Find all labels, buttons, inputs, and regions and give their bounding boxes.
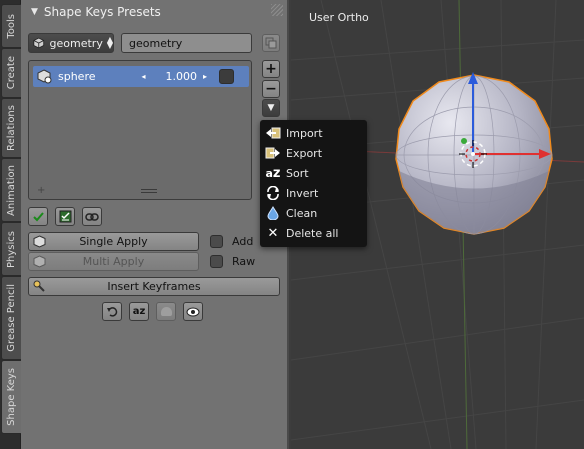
checkbox-toggle-button[interactable]: [55, 207, 75, 226]
plus-icon: +: [265, 61, 277, 77]
add-checkbox[interactable]: [210, 235, 223, 248]
shape-key-list[interactable]: sphere ◂ 1.000 ▸ +: [28, 60, 252, 200]
shape-key-name: sphere: [58, 70, 96, 83]
preset-select[interactable]: geometry ▲ ▼: [28, 33, 114, 53]
updown-arrows-icon: ▲ ▼: [106, 35, 113, 50]
menu-item-label: Export: [286, 146, 323, 160]
visibility-button[interactable]: [183, 302, 203, 321]
single-apply-button[interactable]: Single Apply: [28, 232, 199, 251]
drop-icon: [260, 206, 286, 220]
menu-item-label: Sort: [286, 166, 309, 180]
ghost-button[interactable]: [156, 302, 176, 321]
export-icon: [260, 146, 286, 160]
shape-key-icon: [37, 68, 52, 83]
multi-apply-label: Multi Apply: [82, 255, 145, 268]
sort-az-icon: az: [132, 306, 146, 317]
invert-icon: [260, 186, 286, 200]
tab-grease-pencil[interactable]: Grease Pencil: [1, 276, 22, 360]
mesh-data-icon: [33, 37, 45, 49]
eye-icon: [186, 307, 200, 316]
list-filter-icon[interactable]: +: [37, 185, 45, 196]
cube-icon: [33, 235, 46, 248]
raw-checkbox[interactable]: [210, 255, 223, 268]
add-label: Add: [232, 235, 254, 248]
menu-item-sort[interactable]: az Sort: [260, 163, 367, 183]
select-all-button[interactable]: [28, 207, 48, 226]
menu-item-label: Import: [286, 126, 323, 140]
remove-shape-key-button[interactable]: −: [262, 80, 280, 98]
menu-item-label: Clean: [286, 206, 318, 220]
menu-item-label: Invert: [286, 186, 319, 200]
link-chain-icon: [85, 212, 99, 221]
menu-item-invert[interactable]: Invert: [260, 183, 367, 203]
list-item[interactable]: sphere ◂ 1.000 ▸: [33, 66, 249, 87]
panel-title: Shape Keys Presets: [43, 5, 161, 19]
specials-menu-button[interactable]: ▼: [262, 99, 280, 117]
menu-item-delete-all[interactable]: ✕ Delete all: [260, 223, 367, 243]
copy-preset-button[interactable]: [262, 34, 280, 52]
add-shape-key-button[interactable]: +: [262, 60, 280, 78]
tab-physics[interactable]: Physics: [1, 222, 22, 276]
shape-key-value[interactable]: 1.000: [166, 70, 198, 83]
key-icon: [33, 280, 45, 292]
tab-relations[interactable]: Relations: [1, 98, 22, 158]
preset-name-field[interactable]: geometry: [121, 33, 252, 53]
panel-header[interactable]: ▼ Shape Keys Presets: [21, 0, 289, 24]
sort-az-icon: az: [265, 165, 281, 181]
tool-panel: ▼ Shape Keys Presets geometry ▲ ▼ geometr…: [21, 0, 289, 449]
import-icon: [260, 126, 286, 140]
undo-arrow-icon: [106, 307, 117, 317]
menu-item-clean[interactable]: Clean: [260, 203, 367, 223]
specials-dropdown-menu: Import Export az Sort Invert Clean ✕ Del…: [260, 120, 367, 247]
link-button[interactable]: [82, 207, 102, 226]
increment-arrow-icon[interactable]: ▸: [203, 72, 207, 81]
sort-az-button[interactable]: az: [129, 302, 149, 321]
menu-item-import[interactable]: Import: [260, 123, 367, 143]
insert-keyframes-label: Insert Keyframes: [107, 280, 201, 293]
copy-icon: [265, 37, 277, 49]
minus-icon: −: [265, 81, 277, 97]
drag-grip-icon[interactable]: [271, 4, 283, 16]
tab-create[interactable]: Create: [1, 48, 22, 98]
undo-button[interactable]: [102, 302, 122, 321]
down-triangle-icon: ▼: [267, 103, 275, 113]
menu-item-label: Delete all: [286, 226, 339, 240]
menu-item-export[interactable]: Export: [260, 143, 367, 163]
shape-key-mute-checkbox[interactable]: [219, 69, 235, 84]
raw-label: Raw: [232, 255, 256, 268]
collapse-triangle-icon[interactable]: ▼: [31, 7, 38, 17]
multi-apply-button[interactable]: Multi Apply: [28, 252, 199, 271]
cubes-icon: [33, 255, 46, 268]
tab-tools[interactable]: Tools: [1, 4, 22, 48]
tab-shape-keys[interactable]: Shape Keys: [1, 360, 22, 434]
close-x-icon: ✕: [267, 225, 279, 241]
list-resize-grip-icon[interactable]: [141, 189, 157, 193]
single-apply-label: Single Apply: [79, 235, 148, 248]
tool-tabs: Tools Create Relations Animation Physics…: [0, 0, 22, 449]
insert-keyframes-button[interactable]: Insert Keyframes: [28, 277, 280, 296]
checkbox-list-icon: [59, 210, 71, 223]
ghost-icon: [160, 307, 172, 316]
preset-select-value: geometry: [49, 36, 103, 50]
tab-animation[interactable]: Animation: [1, 158, 22, 222]
check-icon: [32, 212, 44, 222]
decrement-arrow-icon[interactable]: ◂: [142, 72, 146, 81]
